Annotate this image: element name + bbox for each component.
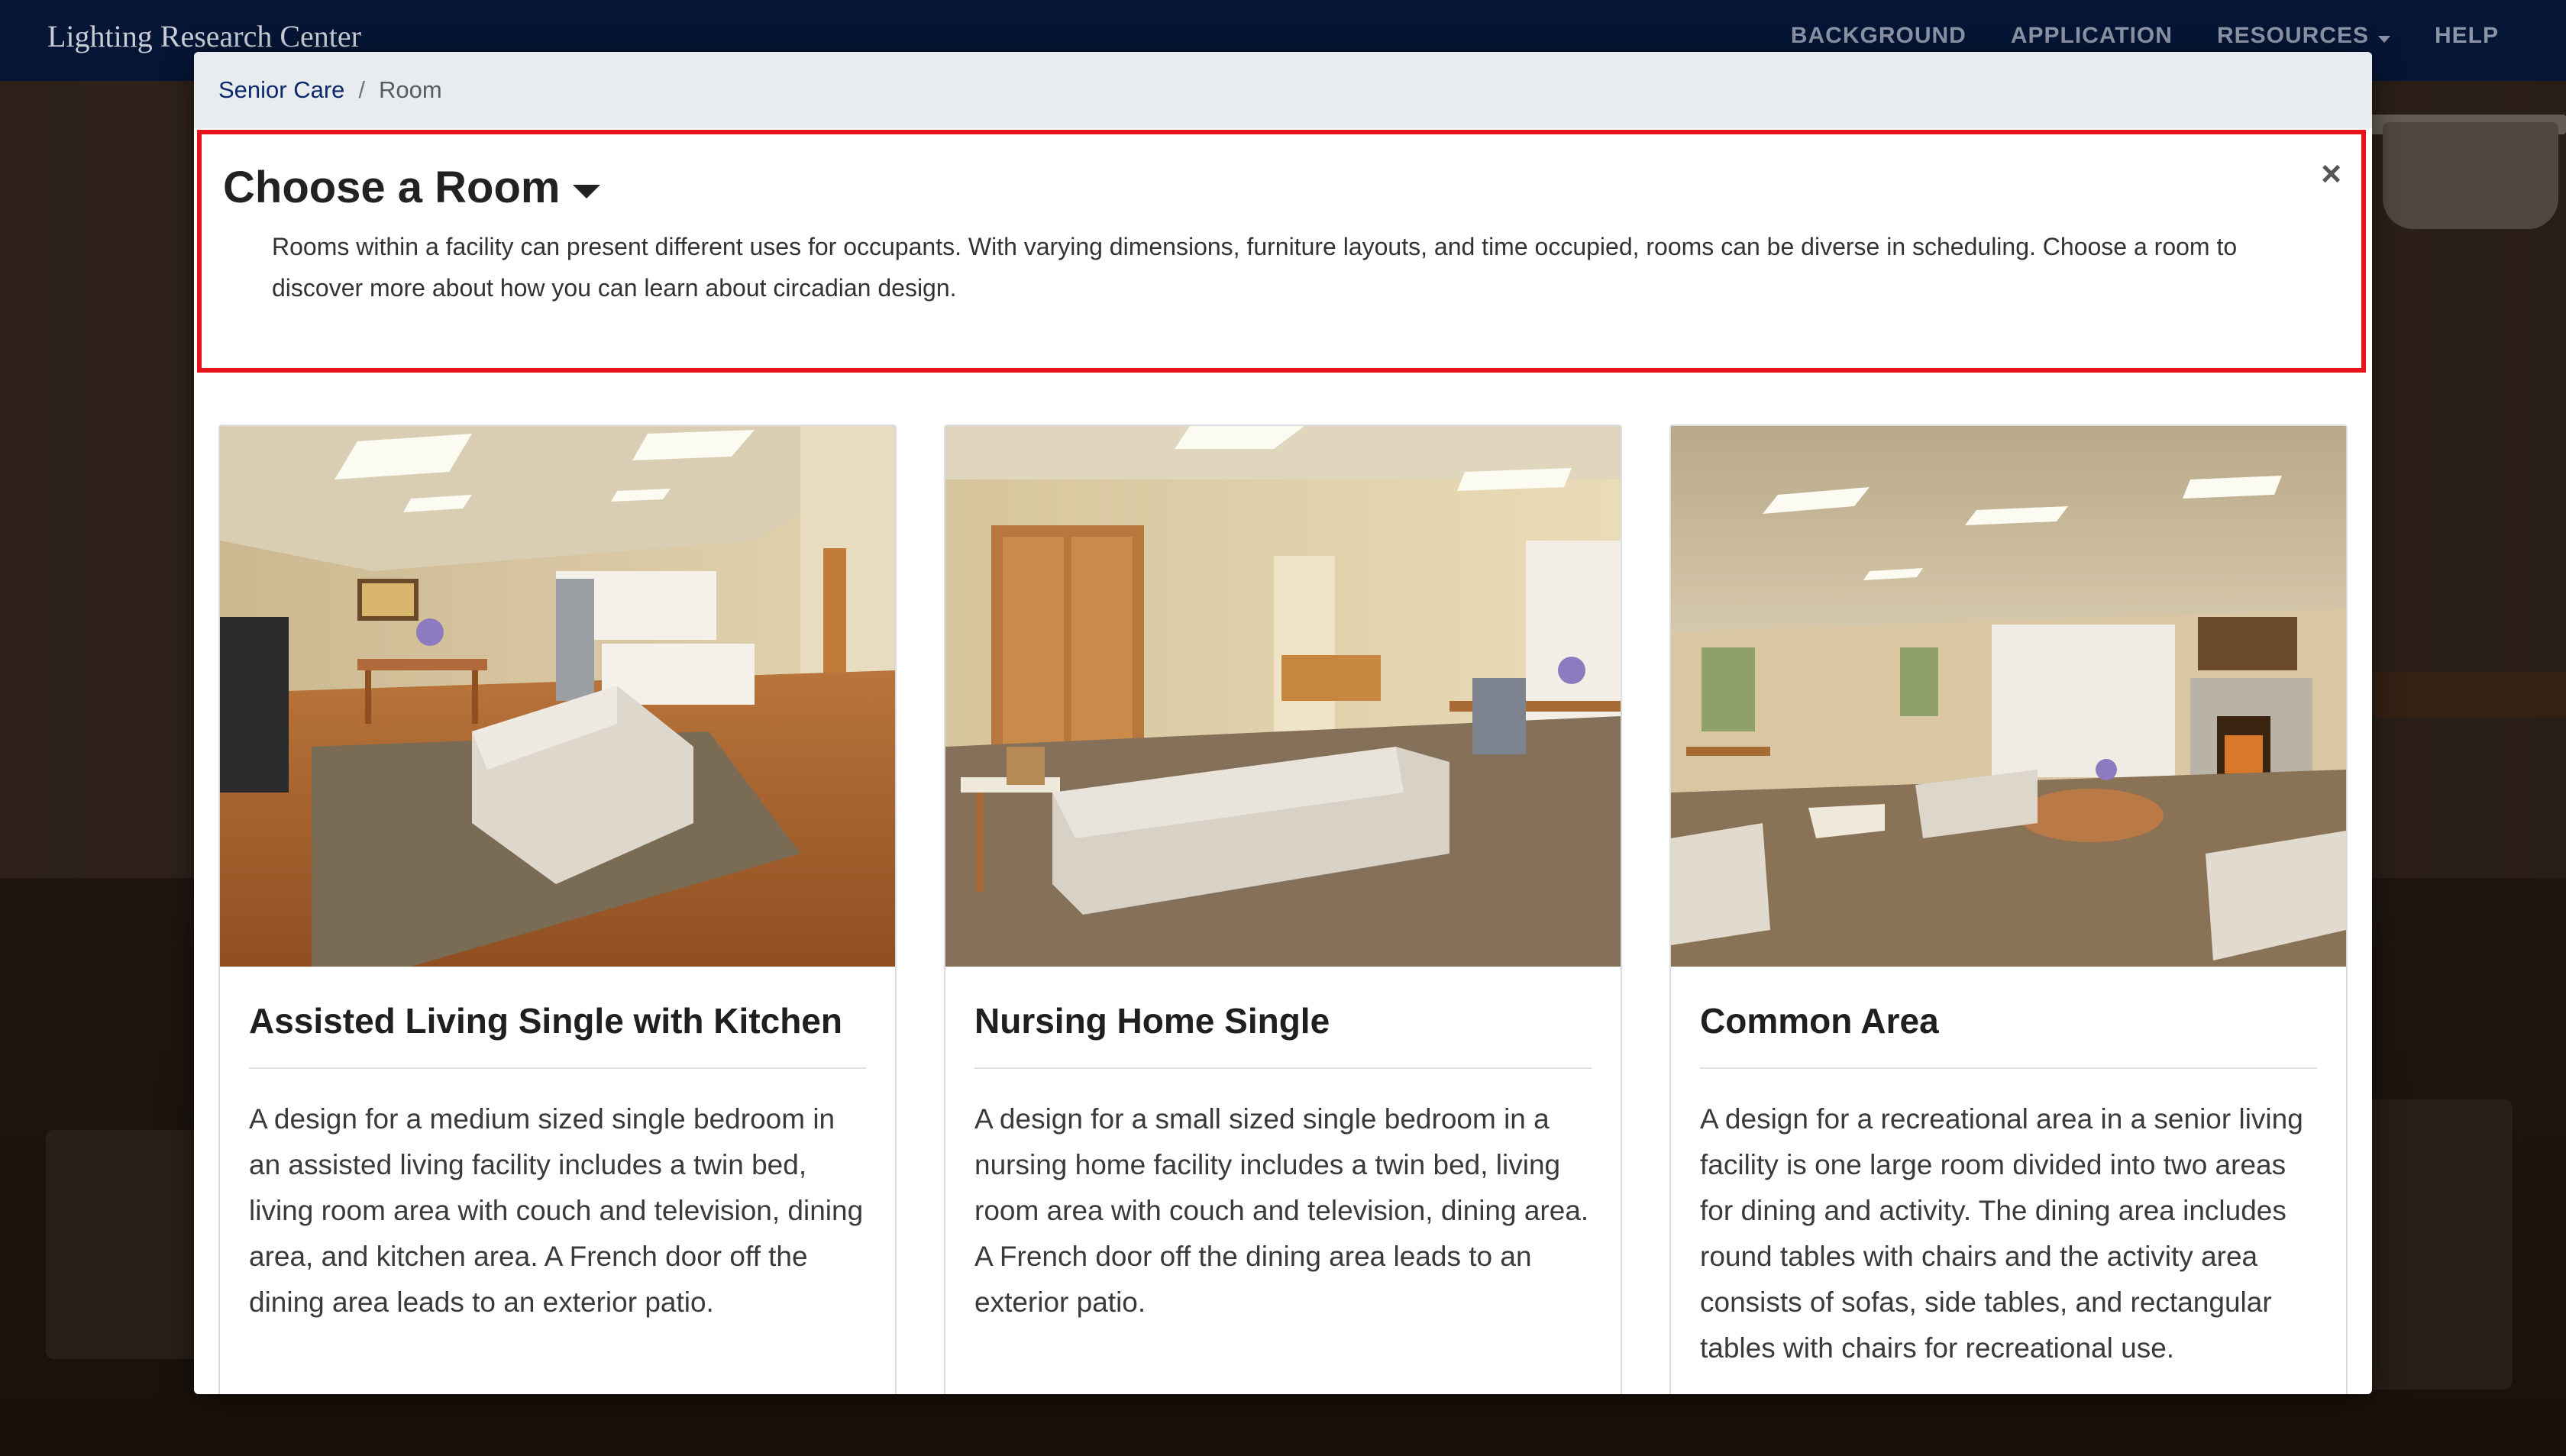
room-card-assisted-living[interactable]: Assisted Living Single with Kitchen A de…	[218, 425, 897, 1394]
room-description: A design for a small sized single bedroo…	[974, 1103, 1589, 1318]
divider	[1700, 1067, 2317, 1069]
caret-down-icon	[2377, 36, 2390, 44]
room-image-nursing-home[interactable]	[945, 426, 1621, 967]
modal-header-highlight: Choose a Room × Rooms within a facility …	[197, 130, 2366, 373]
room-title[interactable]: Nursing Home Single	[974, 1000, 1330, 1041]
brand-logo-text[interactable]: Lighting Research Center	[47, 18, 361, 54]
caret-down-icon	[572, 184, 600, 199]
divider	[974, 1067, 1592, 1069]
modal-title: Choose a Room	[223, 163, 561, 212]
room-image-assisted-living[interactable]	[220, 426, 895, 967]
breadcrumb-link-senior-care[interactable]: Senior Care	[218, 76, 344, 104]
breadcrumb-current: Room	[379, 76, 442, 103]
nav-link-resources[interactable]: RESOURCES	[2217, 23, 2369, 48]
room-image-common-area[interactable]	[1671, 426, 2346, 967]
room-title[interactable]: Common Area	[1700, 1000, 1939, 1041]
nav-link-help[interactable]: HELP	[2435, 23, 2499, 49]
room-card-common-area[interactable]: Common Area A design for a recreational …	[1669, 425, 2348, 1394]
divider	[249, 1067, 866, 1069]
room-card-nursing-home[interactable]: Nursing Home Single A design for a small…	[944, 425, 1622, 1394]
room-description: A design for a recreational area in a se…	[1700, 1103, 2303, 1364]
breadcrumb: Senior Care / Room	[194, 52, 2372, 128]
room-cards: Assisted Living Single with Kitchen A de…	[218, 373, 2348, 1394]
room-description: A design for a medium sized single bedro…	[249, 1103, 864, 1318]
nav-link-background[interactable]: BACKGROUND	[1791, 23, 1967, 49]
close-button[interactable]: ×	[2321, 153, 2341, 194]
nav-link-resources-dropdown[interactable]: RESOURCES	[2217, 23, 2390, 49]
room-title[interactable]: Assisted Living Single with Kitchen	[249, 1000, 842, 1041]
nav-links: BACKGROUND APPLICATION RESOURCES HELP	[1791, 23, 2499, 49]
choose-room-modal: Senior Care / Room Choose a Room × Rooms…	[194, 52, 2372, 1394]
breadcrumb-separator: /	[358, 76, 366, 103]
nav-link-application[interactable]: APPLICATION	[2011, 23, 2173, 49]
modal-title-toggle[interactable]: Choose a Room	[223, 162, 600, 213]
modal-description: Rooms within a facility can present diff…	[272, 233, 2238, 302]
